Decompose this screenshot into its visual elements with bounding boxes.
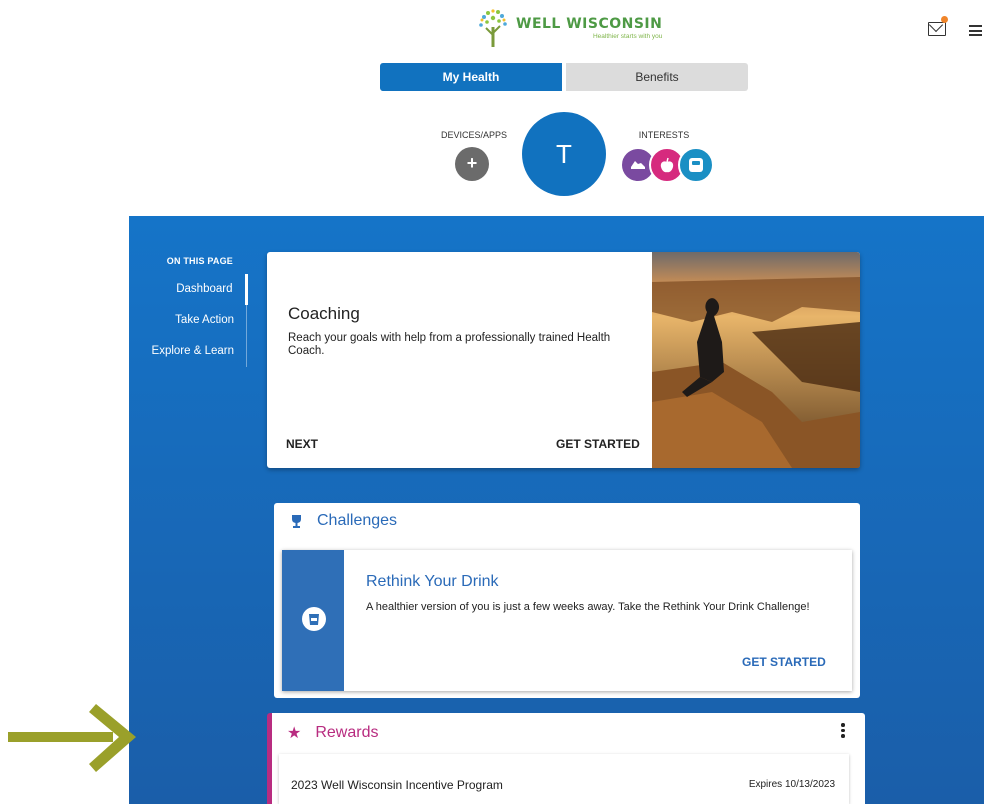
challenge-title[interactable]: Rethink Your Drink xyxy=(366,573,499,591)
interests-label: INTERESTS xyxy=(638,130,690,140)
nav-item-explore-learn[interactable]: Explore & Learn xyxy=(129,336,234,367)
well-wisconsin-logo[interactable]: WELL WISCONSIN Healthier starts with you xyxy=(478,9,662,47)
tree-logo-icon xyxy=(479,9,507,47)
coaching-card: Coaching Reach your goals with help from… xyxy=(267,252,860,468)
notification-dot xyxy=(941,16,948,23)
rewards-program-row[interactable]: 2023 Well Wisconsin Incentive Program Ex… xyxy=(279,754,849,804)
rewards-card: ★ Rewards 2023 Well Wisconsin Incentive … xyxy=(267,713,865,804)
avatar[interactable]: T xyxy=(522,112,606,196)
challenge-band xyxy=(282,550,344,691)
logo-name: WELL WISCONSIN xyxy=(516,16,663,32)
coaching-get-started-button[interactable]: GET STARTED xyxy=(556,437,640,451)
challenge-get-started-button[interactable]: GET STARTED xyxy=(742,655,826,669)
rewards-title: Rewards xyxy=(315,724,379,741)
canyon-photo xyxy=(652,252,860,468)
star-icon: ★ xyxy=(287,725,302,742)
trophy-icon xyxy=(292,514,301,528)
tab-my-health[interactable]: My Health xyxy=(380,63,562,91)
add-device-button[interactable]: + xyxy=(455,147,489,181)
cup-icon xyxy=(302,607,326,631)
challenges-card: Challenges Rethink Your Drink A healthie… xyxy=(274,503,860,698)
scale-icon[interactable] xyxy=(678,147,714,183)
annotation-arrow-icon xyxy=(8,704,136,772)
hamburger-menu-icon[interactable] xyxy=(969,25,982,36)
logo-tagline: Healthier starts with you xyxy=(592,33,663,40)
coaching-title: Coaching xyxy=(288,304,360,323)
dashboard-panel: ON THIS PAGE Dashboard Take Action Explo… xyxy=(129,216,984,804)
challenges-title: Challenges xyxy=(317,512,398,529)
on-this-page-title: ON THIS PAGE xyxy=(166,256,233,266)
nav-item-dashboard[interactable]: Dashboard xyxy=(129,274,248,305)
challenge-description: A healthier version of you is just a few… xyxy=(366,601,810,613)
main-tabs: My Health Benefits xyxy=(380,63,748,91)
rewards-program-name: 2023 Well Wisconsin Incentive Program xyxy=(291,778,503,792)
devices-apps-label: DEVICES/APPS xyxy=(440,130,508,140)
mail-icon[interactable] xyxy=(928,22,946,36)
nav-item-take-action[interactable]: Take Action xyxy=(129,305,234,336)
coaching-description: Reach your goals with help from a profes… xyxy=(288,332,611,357)
challenge-item[interactable]: Rethink Your Drink A healthier version o… xyxy=(282,550,852,691)
tab-benefits[interactable]: Benefits xyxy=(566,63,748,91)
next-button[interactable]: NEXT xyxy=(286,437,318,451)
rewards-expiry: Expires 10/13/2023 xyxy=(748,779,835,790)
more-options-icon[interactable] xyxy=(841,723,845,740)
interests-icons xyxy=(620,147,714,183)
on-this-page-nav: ON THIS PAGE Dashboard Take Action Explo… xyxy=(129,256,248,367)
